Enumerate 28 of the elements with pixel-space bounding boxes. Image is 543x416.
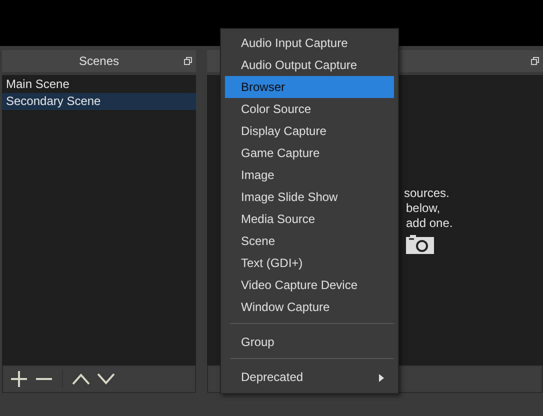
menu-item[interactable]: Image Slide Show: [225, 186, 394, 208]
menu-item[interactable]: Text (GDI+): [225, 252, 394, 274]
menu-item[interactable]: Color Source: [225, 98, 394, 120]
menu-item[interactable]: Audio Input Capture: [225, 32, 394, 54]
hint-text: below,: [406, 201, 440, 216]
float-icon[interactable]: [184, 57, 192, 65]
menu-item[interactable]: Audio Output Capture: [225, 54, 394, 76]
hint-text: add one.: [406, 216, 453, 231]
menu-item[interactable]: Window Capture: [225, 296, 394, 318]
menu-item[interactable]: Deprecated: [225, 366, 394, 388]
up-chevron-icon[interactable]: [72, 373, 90, 385]
menu-item[interactable]: Display Capture: [225, 120, 394, 142]
submenu-arrow-icon: [379, 374, 384, 382]
camera-icon: [405, 233, 435, 255]
panel-title: Scenes: [78, 54, 120, 68]
menu-item[interactable]: Video Capture Device: [225, 274, 394, 296]
menu-item[interactable]: Browser: [225, 76, 394, 98]
menu-item[interactable]: Game Capture: [225, 142, 394, 164]
float-icon[interactable]: [531, 57, 539, 65]
menu-item[interactable]: Group: [225, 331, 394, 353]
scene-item[interactable]: Secondary Scene: [2, 93, 196, 110]
menu-item[interactable]: Image: [225, 164, 394, 186]
down-chevron-icon[interactable]: [97, 373, 115, 385]
scene-item[interactable]: Main Scene: [2, 76, 196, 93]
menu-item[interactable]: Media Source: [225, 208, 394, 230]
plus-icon[interactable]: [10, 370, 28, 388]
menu-item[interactable]: Scene: [225, 230, 394, 252]
hint-text: sources.: [404, 186, 450, 201]
